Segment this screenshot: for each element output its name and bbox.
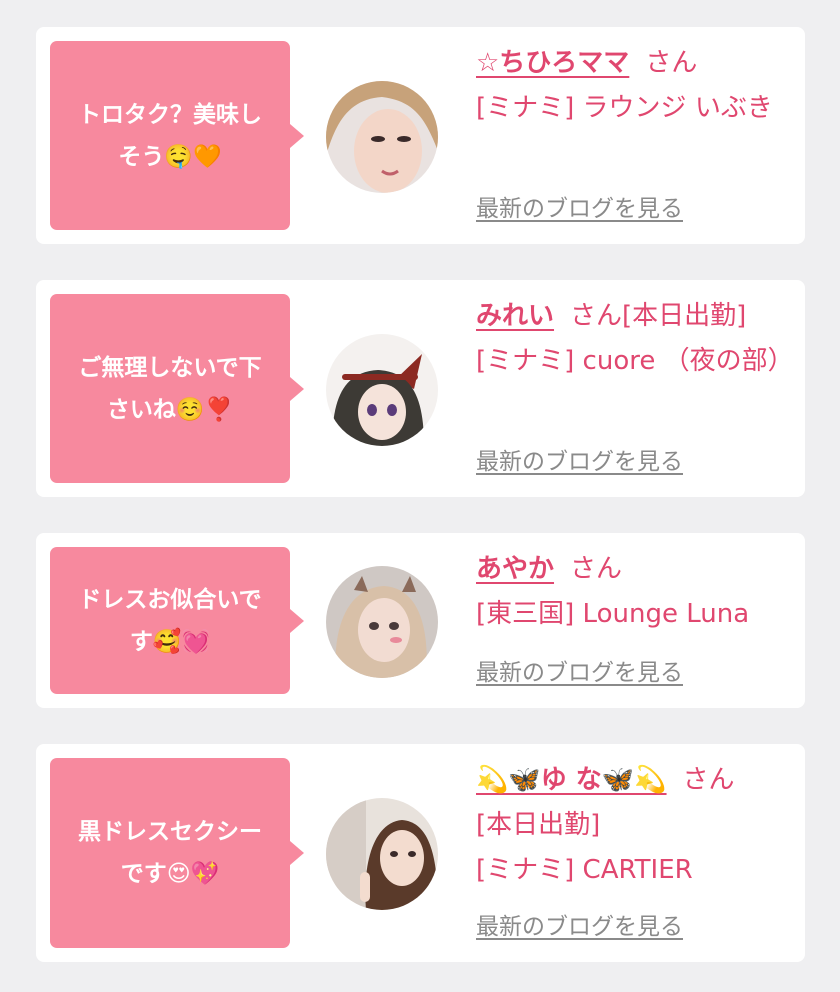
honorific: さん [570, 301, 623, 331]
honorific: さん [570, 554, 623, 584]
location-text: [ミナミ] ラウンジ いぶき [476, 93, 773, 123]
honorific: さん [645, 48, 698, 78]
avatar-photo-icon [326, 798, 438, 910]
latest-blog-link[interactable]: 最新のブログを見る [476, 194, 683, 224]
avatar-photo-icon [326, 566, 438, 678]
latest-blog-link[interactable]: 最新のブログを見る [476, 447, 683, 477]
comment-bubble: 黒ドレスセクシーです😍💖 [50, 758, 304, 948]
latest-blog-link[interactable]: 最新のブログを見る [476, 658, 683, 688]
status-tag: [本日出勤] [622, 301, 747, 331]
comment-text: ドレスお似合いです🥰💓 [78, 586, 262, 655]
location-text: [ミナミ] CARTIER [476, 855, 693, 885]
comment-bubble: ドレスお似合いです🥰💓 [50, 547, 304, 694]
card-info: ☆ちひろママ さん [ミナミ] ラウンジ いぶき [476, 41, 788, 131]
status-tag: [本日出勤] [476, 810, 601, 840]
avatar-photo-icon [326, 81, 438, 193]
user-name-link[interactable]: ☆ちひろママ [476, 48, 629, 78]
feed-card: ドレスお似合いです🥰💓 あやか さん [東三国] Lounge Luna 最新のブ… [36, 533, 805, 708]
comment-text: トロタク？美味しそう🤤🧡 [78, 101, 262, 170]
location-text: [東三国] Lounge Luna [476, 599, 750, 629]
comment-bubble: トロタク？美味しそう🤤🧡 [50, 41, 304, 230]
comment-text: 黒ドレスセクシーです😍💖 [78, 819, 262, 887]
card-info: あやか さん [東三国] Lounge Luna [476, 547, 788, 637]
avatar[interactable] [326, 566, 438, 678]
user-name-link[interactable]: あやか [476, 554, 554, 584]
avatar[interactable] [326, 334, 438, 446]
feed-list: トロタク？美味しそう🤤🧡 ☆ちひろママ さん [ミナミ] ラウンジ いぶき 最新の… [0, 0, 840, 992]
location-text: [ミナミ] cuore （夜の部） [476, 346, 794, 376]
latest-blog-link[interactable]: 最新のブログを見る [476, 912, 683, 942]
feed-card: ご無理しないで下さいね☺️❣️ みれい さん[本日出勤] [ミナミ] cuore … [36, 280, 805, 497]
card-info: みれい さん[本日出勤] [ミナミ] cuore （夜の部） [476, 294, 794, 384]
card-info: 💫🦋ゆ な🦋💫 さん [本日出勤] [ミナミ] CARTIER [476, 758, 788, 893]
user-name-link[interactable]: みれい [476, 301, 554, 331]
avatar[interactable] [326, 798, 438, 910]
comment-bubble: ご無理しないで下さいね☺️❣️ [50, 294, 304, 483]
avatar[interactable] [326, 81, 438, 193]
feed-card: 黒ドレスセクシーです😍💖 💫🦋ゆ な🦋💫 さん [本日出勤] [ミナミ] CART… [36, 744, 805, 962]
honorific: さん [682, 765, 735, 795]
comment-text: ご無理しないで下さいね☺️❣️ [78, 354, 262, 423]
user-name-link[interactable]: 💫🦋ゆ な🦋💫 [476, 765, 667, 795]
avatar-photo-icon [326, 334, 438, 446]
feed-card: トロタク？美味しそう🤤🧡 ☆ちひろママ さん [ミナミ] ラウンジ いぶき 最新の… [36, 27, 805, 244]
